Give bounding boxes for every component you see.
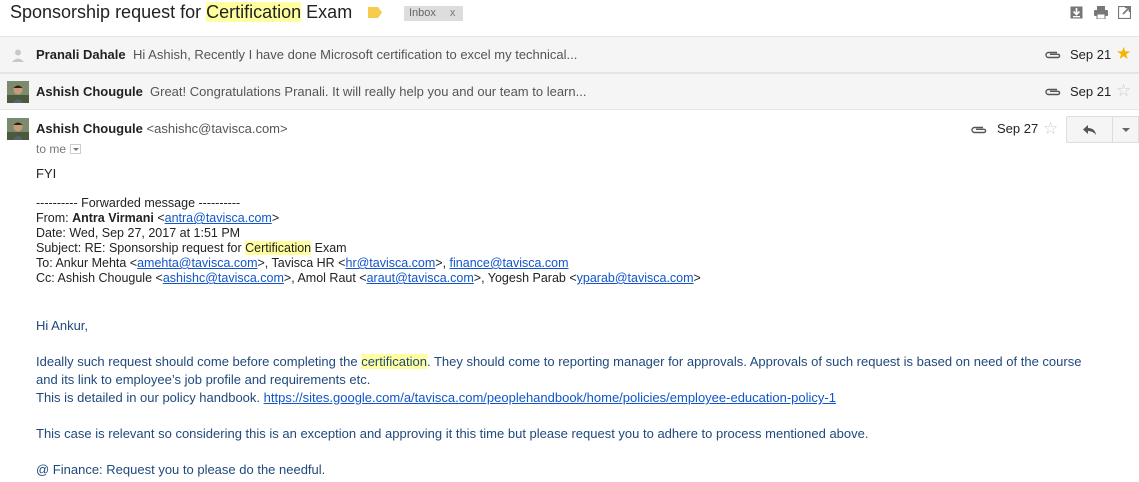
- to-email-link[interactable]: amehta@tavisca.com: [137, 256, 257, 270]
- collapsed-message[interactable]: Pranali Dahale Hi Ashish, Recently I hav…: [0, 36, 1139, 73]
- important-marker-icon[interactable]: [368, 7, 382, 18]
- thread-subject: Sponsorship request for Certification Ex…: [10, 2, 352, 23]
- quoted-greeting: Hi Ankur,: [36, 318, 89, 333]
- forward-divider: ---------- Forwarded message ----------: [36, 196, 241, 210]
- sender-line: Ashish Chougule <ashishc@tavisca.com>: [36, 121, 288, 136]
- quoted-text: Ideally such request should come before …: [36, 354, 362, 369]
- subject-suffix: Exam: [311, 241, 347, 255]
- remove-label-button[interactable]: x: [450, 7, 456, 19]
- to-separator: >,: [435, 256, 450, 270]
- policy-link[interactable]: https://sites.google.com/a/tavisca.com/p…: [264, 390, 836, 405]
- cc-separator: >, Yogesh Parab <: [473, 271, 577, 285]
- from-name: Antra Virmani: [72, 211, 154, 225]
- message-intro: FYI: [36, 166, 57, 181]
- message-snippet: Hi Ashish, Recently I have done Microsof…: [133, 47, 578, 62]
- subject-prefix: Subject: RE: Sponsorship request for: [36, 241, 246, 255]
- reply-button[interactable]: [1066, 116, 1113, 143]
- quoted-highlight: certification: [361, 354, 427, 369]
- collapsed-message[interactable]: Ashish Chougule Great! Congratulations P…: [0, 73, 1139, 110]
- forward-subject: Subject: RE: Sponsorship request for Cer…: [36, 241, 701, 256]
- quoted-text: This is detailed in our policy handbook.: [36, 390, 264, 405]
- inbox-label-text: Inbox: [409, 7, 436, 19]
- from-label: From:: [36, 211, 73, 225]
- print-icon[interactable]: [1094, 6, 1108, 19]
- to-separator: >, Tavisca HR <: [257, 256, 346, 270]
- cc-email-link[interactable]: araut@tavisca.com: [367, 271, 474, 285]
- quoted-paragraph: This case is relevant so considering thi…: [36, 426, 869, 441]
- avatar: [7, 118, 29, 140]
- attachment-icon: [1045, 88, 1061, 96]
- quoted-text: . They should come to reporting manager …: [426, 354, 1082, 369]
- cc-separator: >, Amol Raut <: [283, 271, 367, 285]
- forward-from: From: Antra Virmani <antra@tavisca.com>: [36, 211, 280, 225]
- forwarded-header: ---------- Forwarded message ---------- …: [36, 196, 701, 286]
- forward-date: Date: Wed, Sep 27, 2017 at 1:51 PM: [36, 226, 241, 240]
- subject-highlight: Certification: [206, 2, 302, 22]
- avatar: [7, 81, 29, 103]
- subject-text-end: Exam: [301, 2, 353, 22]
- forward-cc: Cc: Ashish Chougule <ashishc@tavisca.com…: [36, 271, 701, 286]
- quoted-paragraph: @ Finance: Request you to please do the …: [36, 462, 326, 477]
- star-icon[interactable]: ☆: [1043, 120, 1058, 137]
- message-sender: Pranali Dahale: [36, 47, 126, 62]
- attachment-icon: [971, 126, 987, 134]
- open-new-window-icon[interactable]: [1118, 6, 1131, 19]
- attachment-icon: [1045, 51, 1061, 59]
- from-email-link[interactable]: antra@tavisca.com: [165, 211, 272, 225]
- thread-header: Sponsorship request for Certification Ex…: [0, 0, 1139, 34]
- inbox-label-badge: Inbox x: [404, 6, 464, 21]
- star-icon[interactable]: ★: [1116, 45, 1131, 62]
- quoted-text-line: and its link to employee’s job profile a…: [36, 372, 371, 387]
- sender-email: <ashishc@tavisca.com>: [146, 121, 288, 136]
- expand-all-icon[interactable]: [1070, 6, 1083, 19]
- quoted-paragraph: Ideally such request should come before …: [36, 353, 1081, 371]
- sender-name[interactable]: Ashish Chougule: [36, 121, 143, 136]
- to-label: To: Ankur Mehta <: [36, 256, 138, 270]
- recipient-line: to me: [36, 142, 82, 156]
- forward-to: To: Ankur Mehta <amehta@tavisca.com>, Ta…: [36, 256, 701, 271]
- reply-icon: [1083, 125, 1096, 135]
- message-date: Sep 21: [1070, 84, 1112, 99]
- message-sender: Ashish Chougule: [36, 84, 143, 99]
- cc-label: Cc: Ashish Chougule <: [36, 271, 163, 285]
- more-options-button[interactable]: [1113, 116, 1139, 143]
- to-email-link[interactable]: hr@tavisca.com: [346, 256, 436, 270]
- subject-highlight: Certification: [245, 241, 312, 255]
- message-snippet: Great! Congratulations Pranali. It will …: [150, 84, 587, 99]
- message-date: Sep 21: [1070, 47, 1112, 62]
- subject-text: Sponsorship request for: [10, 2, 207, 22]
- recipient-text: to me: [36, 142, 67, 156]
- quoted-paragraph: This is detailed in our policy handbook.…: [36, 389, 836, 407]
- to-email-link[interactable]: finance@tavisca.com: [450, 256, 569, 270]
- message-date: Sep 27: [997, 121, 1039, 136]
- cc-email-link[interactable]: ashishc@tavisca.com: [163, 271, 284, 285]
- show-details-dropdown[interactable]: [70, 143, 82, 154]
- cc-email-link[interactable]: yparab@tavisca.com: [577, 271, 694, 285]
- star-icon[interactable]: ☆: [1116, 82, 1131, 99]
- default-avatar-icon: [7, 44, 29, 66]
- cc-end: >: [693, 271, 701, 285]
